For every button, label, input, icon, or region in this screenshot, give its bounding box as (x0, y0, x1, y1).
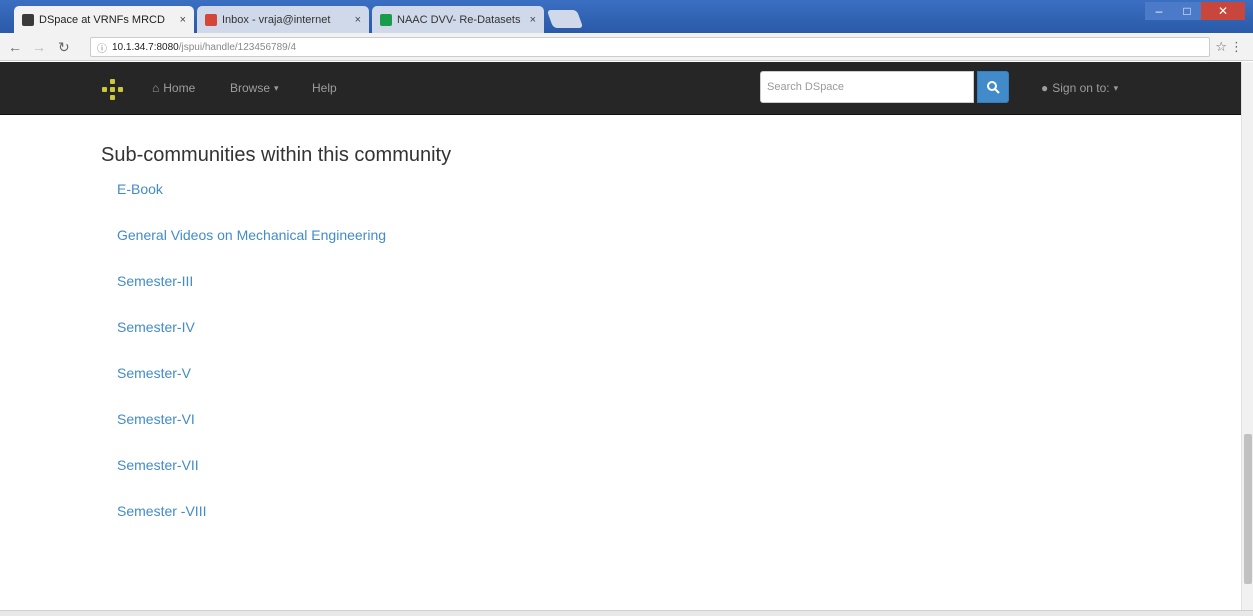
tab-naac[interactable]: NAAC DVV- Re-Datasets × (372, 6, 544, 33)
address-bar: ← → ↻ ⓘ 10.1.34.7:8080/jspui/handle/1234… (0, 33, 1253, 61)
sign-in-label: Sign on to: (1052, 81, 1110, 95)
community-link-semester-viii[interactable]: Semester -VIII (117, 503, 206, 519)
dspace-favicon-icon (22, 13, 34, 26)
nav-help-label: Help (312, 81, 337, 95)
url-path: /jspui/handle/123456789/4 (178, 41, 297, 53)
list-item: Semester-III (117, 273, 386, 319)
window-controls: – □ ✕ (1145, 2, 1245, 20)
tab-title: Inbox - vraja@internet (222, 13, 331, 26)
home-icon: ⌂ (152, 81, 160, 95)
star-icon[interactable]: ☆ (1215, 39, 1227, 55)
community-link-semester-iii[interactable]: Semester-III (117, 273, 193, 289)
nav-browse[interactable]: Browse ▾ (230, 81, 279, 95)
community-link-general-videos[interactable]: General Videos on Mechanical Engineering (117, 227, 386, 243)
close-tab-icon[interactable]: × (355, 14, 361, 26)
new-tab-button[interactable] (546, 10, 584, 28)
scrollbar-thumb[interactable] (1244, 434, 1252, 584)
search-input[interactable]: Search DSpace (760, 71, 974, 103)
nav-home[interactable]: ⌂ Home (152, 81, 195, 95)
caret-down-icon: ▾ (274, 82, 279, 93)
list-item: General Videos on Mechanical Engineering (117, 227, 386, 273)
list-item: E-Book (117, 181, 386, 227)
search-button[interactable] (977, 71, 1009, 103)
tab-inbox[interactable]: Inbox - vraja@internet × (197, 6, 369, 33)
dspace-navbar: ⌂ Home Browse ▾ Help Search DSpace ● Sig… (0, 62, 1241, 115)
vertical-scrollbar[interactable] (1241, 62, 1253, 610)
list-item: Semester-VII (117, 457, 386, 503)
nav-browse-label: Browse (230, 81, 271, 95)
community-link-semester-iv[interactable]: Semester-IV (117, 319, 195, 335)
dspace-logo-icon[interactable] (102, 79, 124, 101)
search-placeholder: Search DSpace (767, 81, 845, 93)
community-link-semester-v[interactable]: Semester-V (117, 365, 191, 381)
maximize-icon[interactable]: □ (1173, 2, 1201, 20)
tab-title: DSpace at VRNFs MRCD (39, 13, 165, 26)
list-item: Semester-IV (117, 319, 386, 365)
close-tab-icon[interactable]: × (180, 14, 186, 26)
window-bottom-edge (0, 610, 1253, 616)
page-heading: Sub-communities within this community (101, 144, 452, 166)
community-link-semester-vii[interactable]: Semester-VII (117, 457, 199, 473)
tab-dspace[interactable]: DSpace at VRNFs MRCD × (14, 6, 194, 33)
kebab-menu-icon[interactable]: ⋮ (1230, 39, 1243, 55)
tab-title: NAAC DVV- Re-Datasets (397, 13, 521, 26)
list-item: Semester-V (117, 365, 386, 411)
user-icon: ● (1041, 81, 1049, 95)
community-link-e-book[interactable]: E-Book (117, 181, 163, 197)
main-content: Sub-communities within this community E-… (0, 115, 1241, 610)
community-link-semester-vi[interactable]: Semester-VI (117, 411, 195, 427)
list-item: Semester-VI (117, 411, 386, 457)
list-item: Semester -VIII (117, 503, 386, 549)
info-icon[interactable]: ⓘ (97, 40, 107, 55)
close-window-icon[interactable]: ✕ (1201, 2, 1245, 20)
search-icon (987, 81, 1000, 94)
nav-help[interactable]: Help (312, 81, 337, 95)
forward-icon[interactable]: → (32, 39, 46, 55)
close-tab-icon[interactable]: × (530, 14, 536, 26)
sign-in-menu[interactable]: ● Sign on to: ▾ (1041, 81, 1118, 95)
sheets-favicon-icon (380, 13, 392, 26)
browser-tab-strip: DSpace at VRNFs MRCD × Inbox - vraja@int… (0, 0, 1253, 33)
back-icon[interactable]: ← (8, 39, 22, 55)
nav-home-label: Home (163, 81, 196, 95)
url-input[interactable]: ⓘ 10.1.34.7:8080/jspui/handle/123456789/… (90, 37, 1210, 57)
caret-down-icon: ▾ (1113, 82, 1119, 93)
reload-icon[interactable]: ↻ (58, 39, 70, 56)
minimize-icon[interactable]: – (1145, 2, 1173, 20)
gmail-favicon-icon (205, 13, 217, 26)
sub-community-list: E-Book General Videos on Mechanical Engi… (117, 181, 386, 549)
url-host: 10.1.34.7:8080 (112, 41, 179, 53)
